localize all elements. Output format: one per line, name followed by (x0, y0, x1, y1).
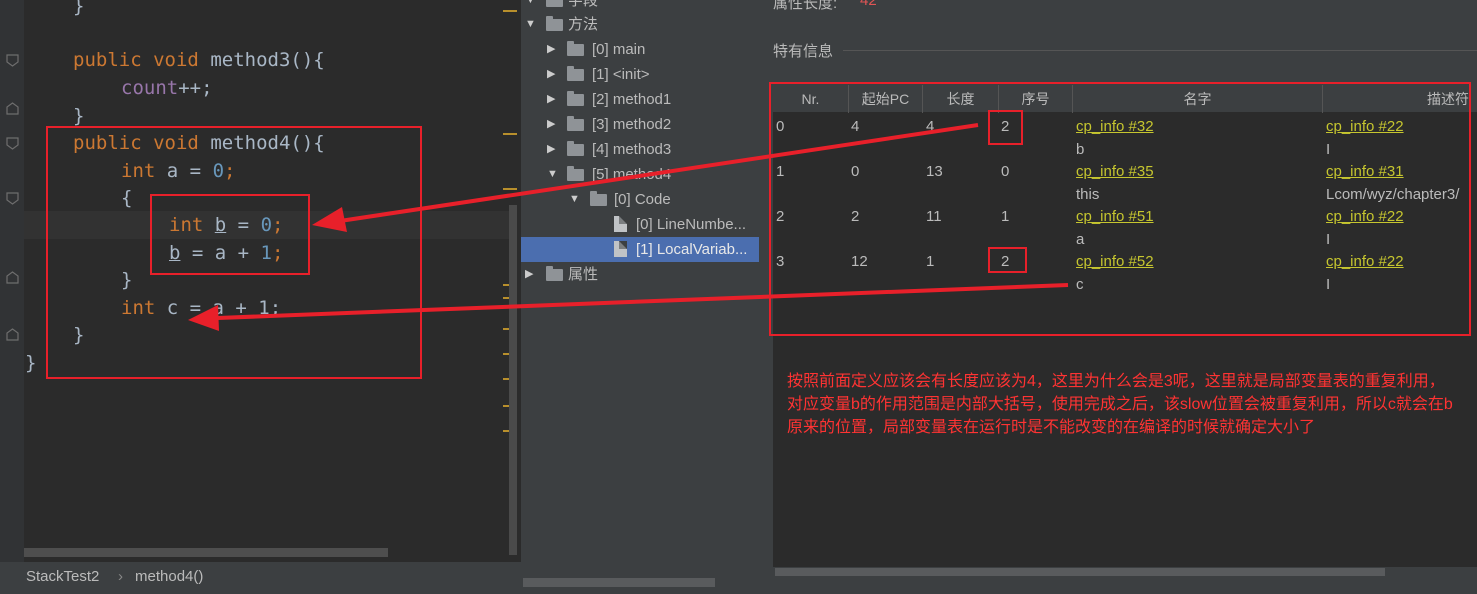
arrow-line (217, 283, 1069, 320)
arrow-head (312, 207, 347, 232)
annotation-arrows (188, 123, 1069, 331)
arrow-head (188, 305, 219, 331)
arrow-line (339, 123, 979, 223)
